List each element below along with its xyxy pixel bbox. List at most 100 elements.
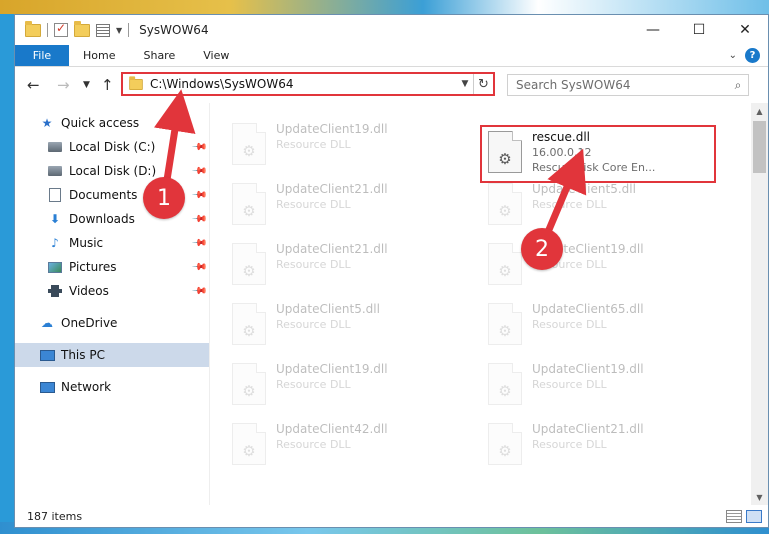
pin-icon[interactable]: 📌 [190, 163, 207, 180]
maximize-button[interactable]: ☐ [676, 15, 722, 45]
scroll-up-arrow-icon[interactable]: ▲ [751, 103, 768, 119]
vertical-scrollbar[interactable]: ▲ ▼ [751, 103, 768, 505]
download-icon: ⬇ [49, 212, 61, 226]
sidebar-item-videos[interactable]: Videos 📌 [15, 279, 209, 303]
tab-home[interactable]: Home [69, 45, 129, 66]
pin-icon[interactable]: 📌 [190, 211, 207, 228]
file-name: UpdateClient19.dll [532, 362, 644, 376]
file-type: Resource DLL [276, 138, 351, 151]
back-arrow-icon[interactable]: ← [27, 76, 40, 94]
search-icon[interactable]: ⌕ [728, 78, 748, 93]
sidebar-item-onedrive[interactable]: ☁ OneDrive [15, 311, 209, 335]
sidebar-item-label: Local Disk (D:) [69, 164, 157, 178]
disk-icon [47, 139, 63, 155]
dll-file-icon: ⚙ [232, 363, 266, 405]
sidebar-item-local-disk-d[interactable]: Local Disk (D:) 📌 [15, 159, 209, 183]
file-item[interactable]: ⚙ UpdateClient21.dll Resource DLL [482, 417, 718, 473]
disk-icon [47, 163, 63, 179]
scroll-thumb[interactable] [753, 121, 766, 173]
details-view-icon[interactable] [726, 510, 742, 523]
file-item[interactable]: ⚙ UpdateClient19.dll Resource DLL [482, 357, 718, 413]
file-item[interactable]: ⚙ UpdateClient19.dll Resource DLL [226, 117, 462, 173]
toolbar-separator [47, 23, 48, 37]
properties-icon[interactable] [96, 23, 110, 37]
file-name: UpdateClient5.dll [276, 302, 380, 316]
dll-file-icon: ⚙ [232, 423, 266, 465]
sidebar-item-label: Local Disk (C:) [69, 140, 156, 154]
address-bar[interactable]: C:\Windows\SysWOW64 ▼ ↻ [121, 72, 495, 96]
customize-toolbar-chevron-icon[interactable]: ▼ [116, 26, 122, 35]
file-name: UpdateClient21.dll [276, 182, 388, 196]
search-input[interactable] [508, 78, 728, 92]
file-item[interactable]: ⚙ UpdateClient5.dll Resource DLL [482, 177, 718, 233]
tiles-view-icon[interactable] [746, 510, 762, 523]
file-item[interactable]: ⚙ UpdateClient65.dll Resource DLL [482, 297, 718, 353]
sidebar-item-label: OneDrive [61, 316, 118, 330]
file-item[interactable]: ⚙ UpdateClient21.dll Resource DLL [226, 177, 462, 233]
file-item-rescue-dll[interactable]: ⚙ rescue.dll 16.00.0.12 Rescue Disk Core… [482, 125, 718, 181]
forward-arrow-icon[interactable]: → [57, 76, 70, 94]
ribbon-right-controls: ⌄ ? [729, 48, 760, 63]
window-title: SysWOW64 [139, 23, 209, 37]
window-controls: — ☐ ✕ [630, 15, 768, 45]
tab-share[interactable]: Share [129, 45, 189, 66]
ribbon-tabs: File Home Share View ⌄ ? [15, 45, 768, 67]
tab-view[interactable]: View [189, 45, 243, 66]
pin-icon[interactable]: 📌 [190, 259, 207, 276]
documents-icon [47, 187, 63, 203]
file-item[interactable]: ⚙ UpdateClient21.dll Resource DLL [226, 237, 462, 293]
file-name: UpdateClient21.dll [532, 422, 644, 436]
sidebar-item-local-disk-c[interactable]: Local Disk (C:) 📌 [15, 135, 209, 159]
dll-file-icon: ⚙ [232, 303, 266, 345]
sidebar-item-quick-access[interactable]: ★ Quick access [15, 111, 209, 135]
toolbar-separator [128, 23, 130, 37]
up-arrow-icon[interactable]: ↑ [101, 76, 114, 94]
address-path[interactable]: C:\Windows\SysWOW64 [150, 77, 457, 91]
help-icon[interactable]: ? [745, 48, 760, 63]
dll-file-icon: ⚙ [488, 131, 522, 173]
pin-icon[interactable]: 📌 [190, 283, 207, 300]
title-bar: ▼ SysWOW64 — ☐ ✕ [15, 15, 768, 45]
file-explorer-window: ▼ SysWOW64 — ☐ ✕ File Home Share View ⌄ … [14, 14, 769, 528]
search-box[interactable]: ⌕ [507, 74, 749, 96]
tab-file[interactable]: File [15, 45, 69, 66]
desktop-wallpaper-top [0, 0, 769, 14]
view-switcher [726, 510, 762, 523]
file-item[interactable]: ⚙ UpdateClient19.dll Resource DLL [226, 357, 462, 413]
pin-icon[interactable]: 📌 [190, 187, 207, 204]
properties-check-icon[interactable] [54, 21, 68, 37]
address-dropdown-chevron-icon[interactable]: ▼ [457, 79, 473, 89]
recent-locations-chevron-icon[interactable]: ▼ [83, 80, 90, 90]
sidebar-item-label: Pictures [69, 260, 117, 274]
refresh-icon[interactable]: ↻ [473, 74, 493, 94]
network-icon [39, 379, 55, 395]
file-type: Resource DLL [532, 378, 607, 391]
sidebar-item-label: Network [61, 380, 112, 394]
scroll-down-arrow-icon[interactable]: ▼ [751, 489, 768, 505]
file-item[interactable]: ⚙ UpdateClient42.dll Resource DLL [226, 417, 462, 473]
sidebar-item-music[interactable]: ♪ Music 📌 [15, 231, 209, 255]
file-item[interactable]: ⚙ UpdateClient19.dll Resource DLL [482, 237, 718, 293]
file-name: UpdateClient5.dll [532, 182, 636, 196]
close-button[interactable]: ✕ [722, 15, 768, 45]
sidebar-item-this-pc[interactable]: This PC [15, 343, 209, 367]
star-icon: ★ [41, 116, 53, 130]
file-item[interactable]: ⚙ UpdateClient5.dll Resource DLL [226, 297, 462, 353]
new-folder-icon[interactable] [74, 20, 90, 37]
sidebar-item-network[interactable]: Network [15, 375, 209, 399]
expand-ribbon-chevron-icon[interactable]: ⌄ [729, 50, 737, 61]
file-type: Resource DLL [276, 378, 351, 391]
pin-icon[interactable]: 📌 [190, 139, 207, 156]
file-name: UpdateClient19.dll [276, 122, 388, 136]
cloud-icon: ☁ [41, 316, 53, 330]
minimize-button[interactable]: — [630, 15, 676, 45]
pin-icon[interactable]: 📌 [190, 235, 207, 252]
file-list: ⚙ UpdateClient19.dll Resource DLL ⚙ Updat… [209, 103, 768, 505]
file-type: Resource DLL [276, 438, 351, 451]
navigation-pane: ★ Quick access Local Disk (C:) 📌 Local D… [15, 103, 209, 505]
sidebar-item-pictures[interactable]: Pictures 📌 [15, 255, 209, 279]
sidebar-item-label: Documents [69, 188, 138, 202]
sidebar-item-label: This PC [61, 348, 105, 362]
pictures-icon [47, 259, 63, 275]
sidebar-item-label: Downloads [69, 212, 135, 226]
